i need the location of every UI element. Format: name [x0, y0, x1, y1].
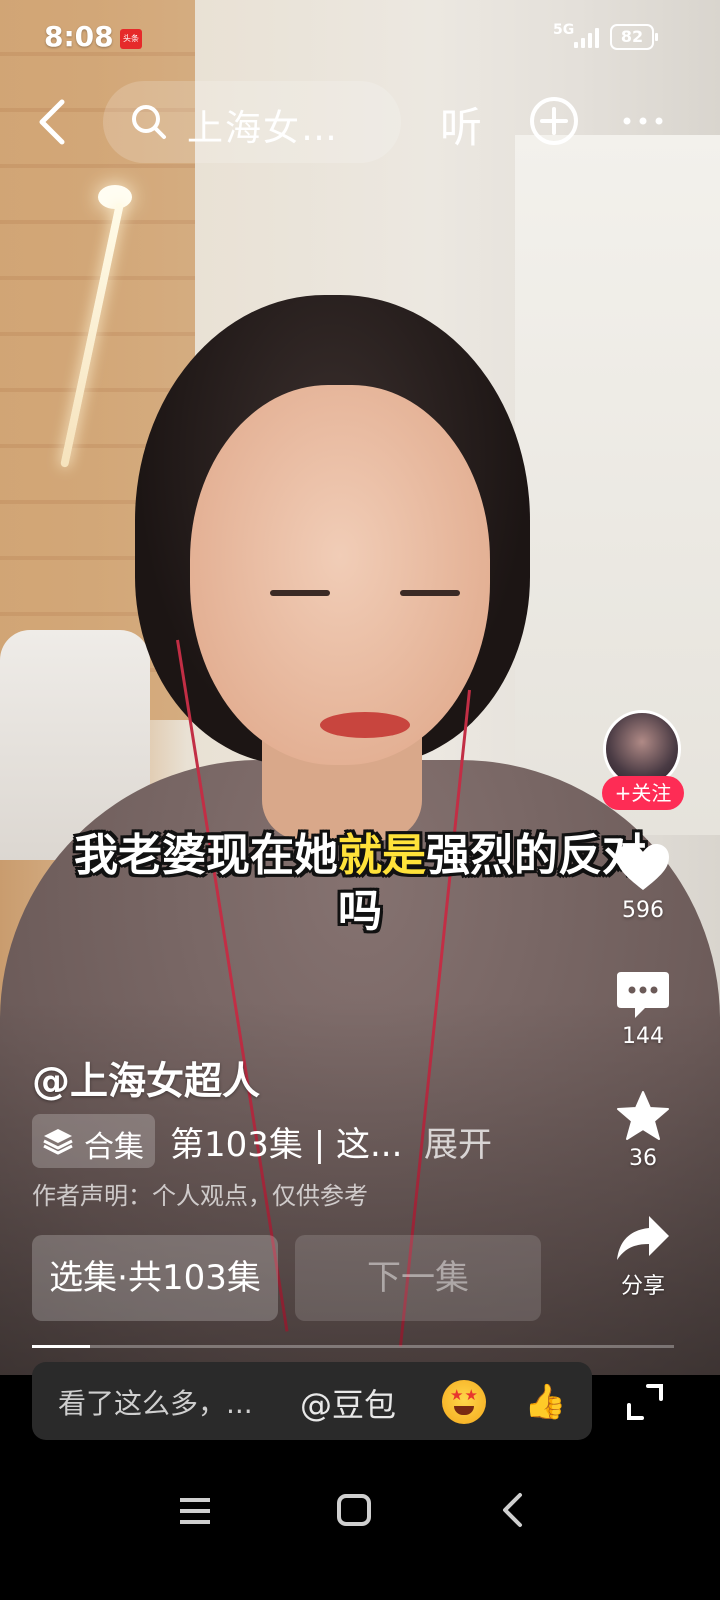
subtitle-text: 我老婆现在她: [74, 830, 338, 881]
comment-icon: [617, 972, 669, 1018]
video-subtitle: 我老婆现在她就是强烈的反对吗: [60, 828, 660, 940]
follow-button[interactable]: +关注: [602, 776, 684, 810]
comment-button[interactable]: 144: [598, 968, 688, 1049]
star-icon: [617, 1091, 669, 1140]
expand-link[interactable]: 展开: [424, 1117, 492, 1166]
comment-count: 144: [622, 1024, 664, 1049]
share-label: 分享: [620, 1274, 665, 1299]
search-query: 上海女…: [187, 108, 340, 149]
battery-icon: 82: [610, 24, 658, 50]
share-button[interactable]: 分享: [598, 1212, 688, 1300]
news-app-icon: 头条: [120, 29, 142, 49]
search-icon: [132, 105, 166, 139]
system-nav-bar: [0, 1450, 720, 1600]
like-count: 596: [622, 898, 664, 923]
person-eye-left: [270, 590, 330, 596]
subtitle-highlight: 就是: [338, 830, 426, 881]
star-eyes-emoji-icon[interactable]: [442, 1380, 486, 1424]
episode-title[interactable]: 第103集 | 这...: [170, 1117, 402, 1166]
thumbs-up-emoji-icon[interactable]: 👍: [524, 1380, 566, 1424]
status-time: 8:08: [44, 20, 114, 53]
nav-back-icon[interactable]: [500, 1492, 526, 1528]
author-disclaimer: 作者声明：个人观点，仅供参考: [32, 1182, 368, 1210]
listen-button[interactable]: 听: [440, 94, 482, 155]
plus-circle-icon[interactable]: [529, 96, 579, 146]
home-icon[interactable]: [337, 1494, 371, 1526]
collection-chip[interactable]: 合集: [32, 1114, 155, 1168]
search-bar[interactable]: 上海女…: [103, 81, 401, 163]
person-eye-right: [400, 590, 460, 596]
status-bar: 8:08 头条 5G 82: [0, 0, 720, 76]
author-name[interactable]: @上海女超人: [32, 1050, 260, 1105]
comment-placeholder: 看了这么多，...: [58, 1387, 253, 1420]
favorite-count: 36: [629, 1146, 657, 1171]
person-face: [190, 385, 490, 765]
signal-icon: [574, 26, 604, 48]
heart-icon: [617, 844, 669, 890]
layers-icon: [43, 1129, 73, 1155]
video-progress-fill: [32, 1345, 90, 1348]
fullscreen-icon[interactable]: [626, 1383, 664, 1421]
back-icon[interactable]: [32, 96, 76, 148]
next-episode-button[interactable]: 下一集: [295, 1235, 541, 1321]
person-lips: [320, 712, 410, 738]
mention-doubao[interactable]: @豆包: [300, 1380, 396, 1426]
collection-label: 合集: [84, 1130, 144, 1165]
comment-input-bar[interactable]: 看了这么多，... @豆包 👍: [32, 1362, 592, 1440]
share-arrow-icon: [617, 1216, 669, 1260]
like-button[interactable]: 596: [598, 842, 688, 923]
recent-apps-icon[interactable]: [178, 1497, 212, 1525]
more-icon[interactable]: [620, 106, 666, 136]
network-type: 5G: [553, 22, 575, 38]
favorite-button[interactable]: 36: [598, 1090, 688, 1171]
video-progress-bar[interactable]: [32, 1345, 674, 1348]
select-episodes-button[interactable]: 选集·共103集: [32, 1235, 278, 1321]
